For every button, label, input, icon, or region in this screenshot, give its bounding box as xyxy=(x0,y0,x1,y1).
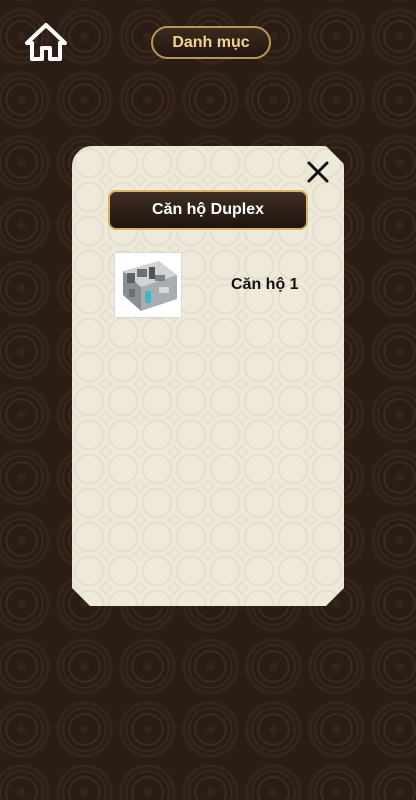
list-item-label: Căn hộ 1 xyxy=(231,276,299,293)
category-label: Danh mục xyxy=(172,33,250,51)
panel-title: Căn hộ Duplex xyxy=(108,190,308,230)
panel-title-text: Căn hộ Duplex xyxy=(151,201,264,218)
list-item-apartment-1[interactable]: Căn hộ 1 xyxy=(114,252,314,318)
category-button[interactable]: Danh mục xyxy=(151,26,271,59)
home-icon xyxy=(25,23,67,61)
apartment-3d-floorplan-icon xyxy=(115,253,181,317)
home-button[interactable] xyxy=(24,22,68,62)
close-button[interactable] xyxy=(304,158,332,186)
apartment-thumbnail xyxy=(114,252,182,318)
close-icon xyxy=(307,161,329,183)
